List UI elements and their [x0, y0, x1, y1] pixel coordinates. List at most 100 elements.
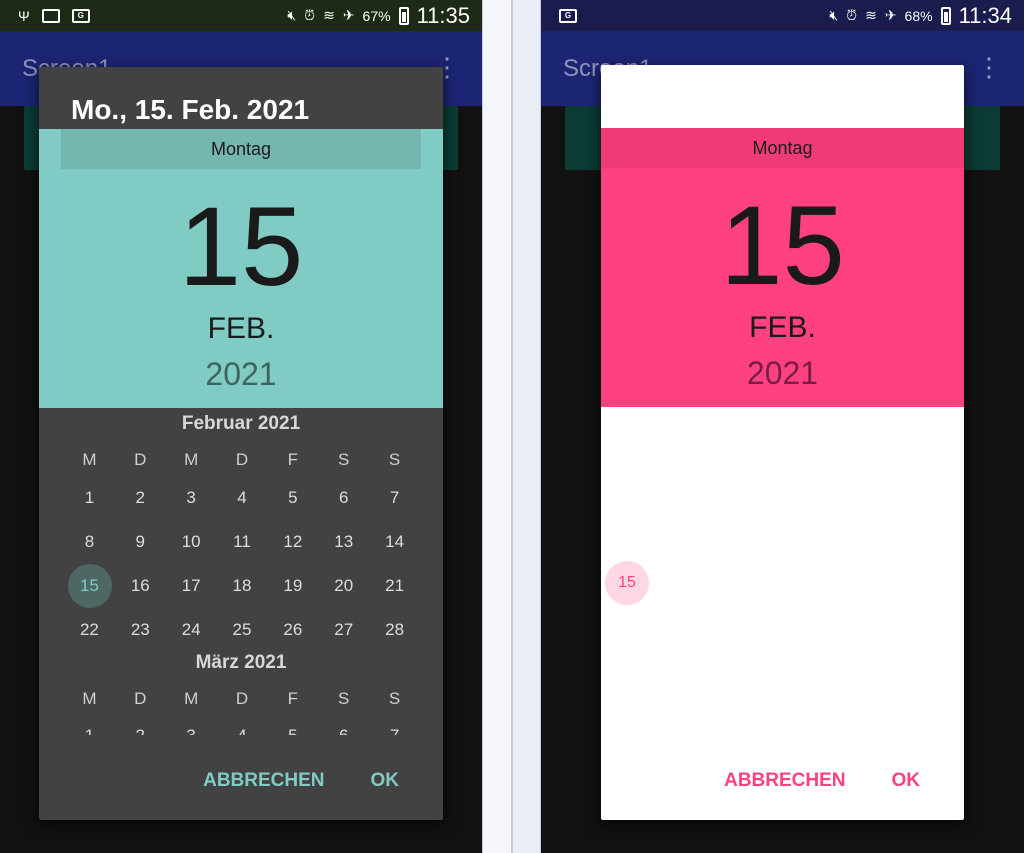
dow-label: D — [134, 450, 147, 469]
day-cell[interactable]: 13 — [318, 532, 369, 552]
day-cell[interactable]: 20 — [318, 576, 369, 596]
ok-button[interactable]: OK — [892, 770, 921, 792]
day-cell[interactable]: 1 — [64, 726, 115, 735]
day-cell[interactable]: 18 — [217, 576, 268, 596]
date-display-panel: Montag 15 FEB. 2021 — [601, 128, 964, 407]
ge-icon: G — [71, 8, 90, 23]
week-row: 1 2 3 4 5 6 7 — [64, 488, 420, 508]
day-cell[interactable]: 2 — [115, 726, 166, 735]
day-cell[interactable]: 22 — [64, 620, 115, 640]
day-cell[interactable]: 16 — [115, 576, 166, 596]
dow-label: D — [235, 450, 249, 469]
day-cell[interactable]: 28 — [369, 620, 420, 640]
day-cell[interactable]: 5 — [267, 488, 318, 508]
screenshot-divider — [482, 0, 512, 853]
month-title-february: Februar 2021 — [181, 413, 301, 434]
wifi-icon: ≋ — [865, 7, 877, 23]
day-cell[interactable]: 21 — [369, 576, 420, 596]
weekday-label: Montag — [61, 129, 421, 169]
day-cell[interactable]: 5 — [267, 726, 318, 735]
day-cell[interactable]: 9 — [115, 532, 166, 552]
day-cell[interactable]: 10 — [166, 532, 217, 552]
cancel-button[interactable]: ABBRECHEN — [203, 770, 324, 792]
day-cell[interactable]: 1 — [64, 488, 115, 508]
image-icon — [41, 8, 60, 23]
week-row: 15 16 17 18 19 20 21 — [64, 564, 420, 608]
day-cell[interactable]: 7 — [369, 726, 420, 735]
selected-date-header: Mo., 15. Feb. 2021 — [71, 94, 310, 125]
weekday-label: Montag — [601, 128, 964, 168]
dow-label: M — [82, 450, 97, 469]
week-row: 22 23 24 25 26 27 28 — [64, 620, 420, 640]
dow-label: D — [134, 689, 147, 708]
usb-icon: Ψ — [18, 7, 30, 24]
calendar-list[interactable]: Februar 2021 M D M D F S S 1 2 3 4 5 6 7… — [39, 408, 443, 735]
weekday-header-row: M D M D F S S — [64, 450, 420, 470]
mute-icon: 🔇︎ — [829, 7, 839, 23]
dow-label: M — [184, 450, 199, 469]
day-cell[interactable]: 2 — [115, 488, 166, 508]
selected-day-chip[interactable]: 15 — [605, 561, 649, 605]
dow-label: S — [338, 450, 350, 469]
day-cell[interactable]: 24 — [166, 620, 217, 640]
dow-label: F — [287, 450, 299, 469]
clock: 11:34 — [958, 2, 1012, 28]
status-bar: G 🔇︎ ⏰︎ ≋ ✈ 68% 11:34 — [541, 0, 1024, 31]
alarm-icon: ⏰︎ — [304, 7, 316, 23]
dow-label: S — [388, 689, 401, 708]
day-cell[interactable]: 8 — [64, 532, 115, 552]
day-cell[interactable]: 6 — [318, 488, 369, 508]
left-phone-screen: Ψ G 🔇︎ ⏰︎ ≋ ✈ 67% 11:35 Screen1 ⋮ Mo., 1… — [0, 0, 482, 853]
day-cell[interactable]: 11 — [217, 532, 268, 552]
week-row: 8 9 10 11 12 13 14 — [64, 532, 420, 552]
dow-label: S — [388, 450, 401, 469]
day-cell[interactable]: 19 — [267, 576, 318, 596]
dow-label: S — [338, 689, 350, 708]
day-cell[interactable]: 27 — [318, 620, 369, 640]
day-cell[interactable]: 6 — [318, 726, 369, 735]
battery-percent: 68% — [904, 7, 933, 24]
date-picker-dialog: Mo., 15. Feb. 2021 Montag 15 FEB. 2021 F… — [39, 67, 443, 820]
mute-icon: 🔇︎ — [287, 7, 297, 23]
clock: 11:35 — [416, 2, 470, 28]
date-display-panel: Montag 15 FEB. 2021 — [39, 129, 443, 408]
week-row: 1 2 3 4 5 6 7 — [64, 726, 420, 735]
status-bar: Ψ G 🔇︎ ⏰︎ ≋ ✈ 67% 11:35 — [0, 0, 482, 31]
year-label[interactable]: 2021 — [601, 355, 964, 392]
dialog-actions: ABBRECHEN OK — [203, 770, 443, 792]
airplane-icon: ✈ — [342, 7, 355, 23]
cancel-button[interactable]: ABBRECHEN — [724, 770, 845, 792]
ok-button[interactable]: OK — [371, 770, 400, 792]
wifi-icon: ≋ — [323, 7, 335, 23]
dow-label: M — [82, 689, 97, 708]
month-label[interactable]: FEB. — [39, 312, 443, 346]
day-cell[interactable]: 17 — [166, 576, 217, 596]
battery-icon — [940, 6, 951, 25]
battery-icon — [398, 6, 409, 25]
day-cell[interactable]: 25 — [217, 620, 268, 640]
battery-percent: 67% — [362, 7, 391, 24]
dow-label: D — [235, 689, 249, 708]
day-number[interactable]: 15 — [601, 186, 964, 306]
day-cell[interactable]: 23 — [115, 620, 166, 640]
day-cell[interactable]: 14 — [369, 532, 420, 552]
march-first-week-clipped: 1 2 3 4 5 6 7 — [64, 726, 420, 735]
day-cell-selected[interactable]: 15 — [64, 564, 115, 608]
airplane-icon: ✈ — [884, 7, 897, 23]
day-cell[interactable]: 26 — [267, 620, 318, 640]
day-number[interactable]: 15 — [39, 187, 443, 307]
day-cell[interactable]: 3 — [166, 726, 217, 735]
month-label[interactable]: FEB. — [601, 311, 964, 345]
day-cell[interactable]: 3 — [166, 488, 217, 508]
day-cell[interactable]: 4 — [217, 726, 268, 735]
year-label[interactable]: 2021 — [39, 356, 443, 393]
alarm-icon: ⏰︎ — [846, 7, 858, 23]
screenshot-divider — [512, 0, 541, 853]
right-phone-screen: G 🔇︎ ⏰︎ ≋ ✈ 68% 11:34 Screen1 ⋮ Montag 1… — [541, 0, 1024, 853]
dow-label: M — [184, 689, 199, 708]
day-cell[interactable]: 12 — [267, 532, 318, 552]
overflow-menu-icon[interactable]: ⋮ — [976, 54, 1002, 80]
day-cell[interactable]: 7 — [369, 488, 420, 508]
weekday-header-row: M D M D F S S — [64, 689, 420, 709]
day-cell[interactable]: 4 — [217, 488, 268, 508]
